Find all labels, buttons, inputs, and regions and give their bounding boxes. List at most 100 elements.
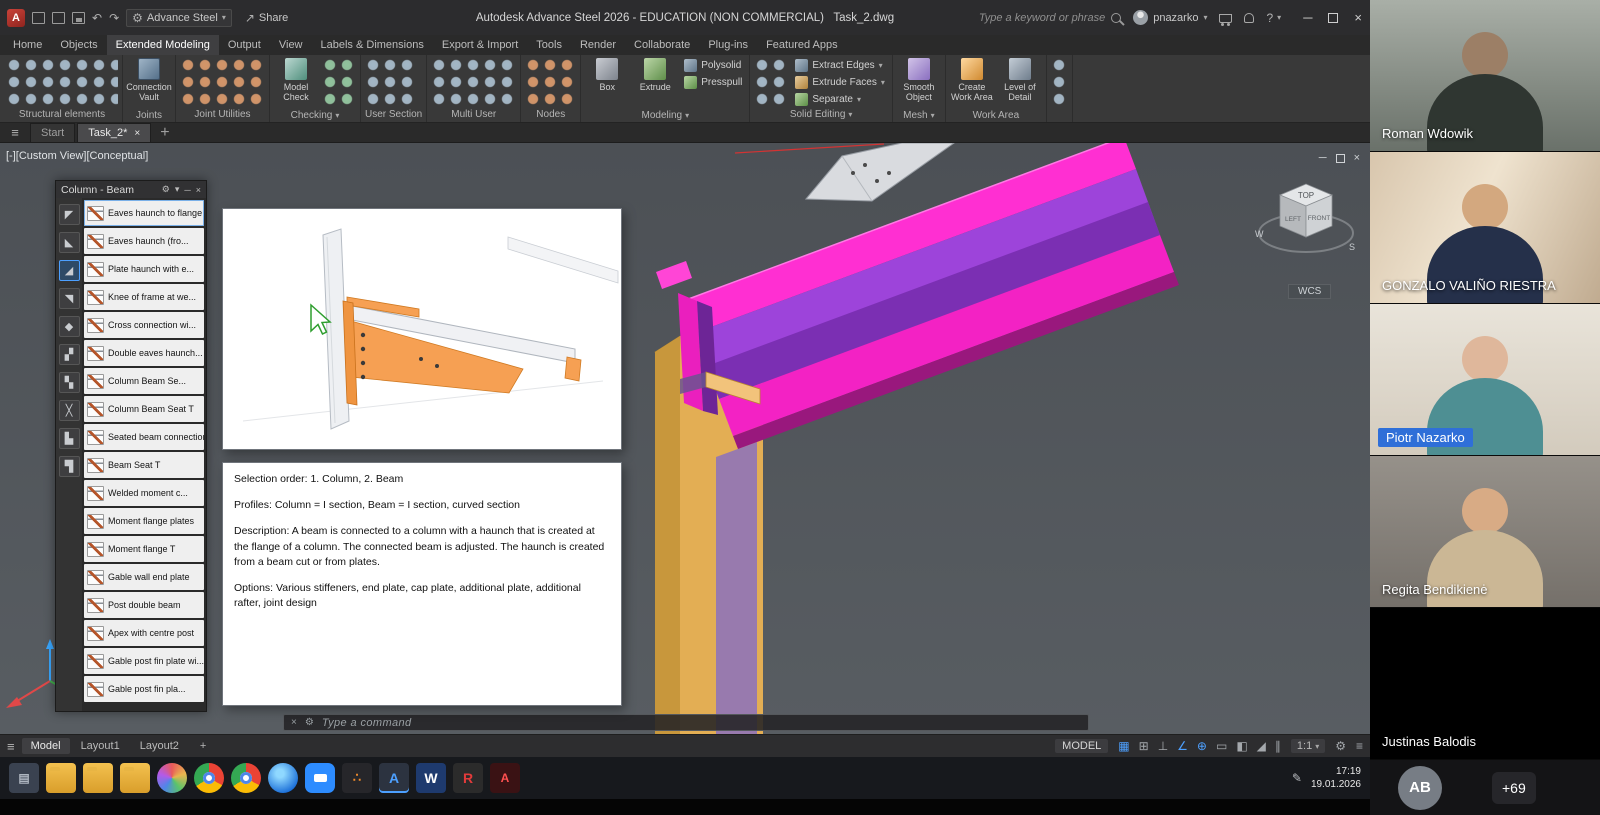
taskbar-acrobat-icon[interactable]: A — [490, 763, 520, 793]
grid-icon[interactable]: ▦ — [1118, 739, 1129, 753]
layout-tab[interactable]: Layout2 — [131, 738, 188, 754]
extrude-button[interactable]: Extrude — [633, 57, 677, 109]
joint-type-item[interactable]: Apex with centre post — [84, 620, 204, 646]
joint-type-item[interactable]: Gable post fin plate wi... — [84, 648, 204, 674]
close-button[interactable]: × — [1354, 10, 1362, 25]
command-input[interactable]: Type a command — [322, 717, 412, 729]
viewport-minimize-icon[interactable]: ─ — [1319, 152, 1327, 164]
level-of-detail-button[interactable]: Level of Detail — [998, 57, 1042, 109]
palette-category-icon[interactable]: ▞ — [59, 344, 80, 365]
joint-type-item[interactable]: Column Beam Seat T — [84, 396, 204, 422]
ribbon-tab[interactable]: Collaborate — [625, 35, 699, 55]
box-button[interactable]: Box — [585, 57, 629, 109]
account-menu[interactable]: pnazarko ▾ — [1133, 10, 1207, 25]
participant-avatar[interactable]: AB — [1398, 766, 1442, 810]
clipboard-tools[interactable] — [1051, 57, 1068, 106]
participant-tile[interactable]: Regita Bendikienė — [1370, 456, 1600, 608]
close-tab-icon[interactable]: × — [134, 128, 140, 139]
smooth-object-button[interactable]: Smooth Object — [897, 57, 941, 109]
viewport-restore-icon[interactable] — [1336, 154, 1345, 163]
taskbar-dots-app-icon[interactable]: ∴ — [342, 763, 372, 793]
ribbon-tab[interactable]: Featured Apps — [757, 35, 847, 55]
joint-type-item[interactable]: Cross connection wi... — [84, 312, 204, 338]
taskbar-paint-icon[interactable] — [157, 763, 187, 793]
new-layout-button[interactable]: + — [195, 740, 211, 752]
palette-category-icon[interactable]: ◤ — [59, 204, 80, 225]
joint-type-item[interactable]: Plate haunch with e... — [84, 256, 204, 282]
layout-tab[interactable]: Model — [22, 738, 70, 754]
search-input[interactable]: Type a keyword or phrase — [979, 12, 1121, 24]
joint-type-item[interactable]: Beam Seat T — [84, 452, 204, 478]
palette-category-icon[interactable]: ▙ — [59, 428, 80, 449]
command-customize-icon[interactable]: ⚙ — [305, 717, 314, 728]
share-button[interactable]: ↗ Share — [245, 12, 288, 24]
palette-category-icon[interactable]: ╳ — [59, 400, 80, 421]
create-work-area-button[interactable]: Create Work Area — [950, 57, 994, 109]
workspace-selector[interactable]: ⚙ Advance Steel ▾ — [126, 9, 232, 27]
joint-type-item[interactable]: Column Beam Se... — [84, 368, 204, 394]
joint-type-item[interactable]: Eaves haunch (fro... — [84, 228, 204, 254]
osnap-icon[interactable]: ⊕ — [1197, 739, 1207, 753]
maximize-button[interactable] — [1328, 13, 1338, 23]
ribbon-tab[interactable]: Extended Modeling — [107, 35, 219, 55]
joint-type-item[interactable]: Welded moment c... — [84, 480, 204, 506]
polar-tracking-icon[interactable]: ∠ — [1177, 739, 1188, 753]
ortho-icon[interactable]: ⊥ — [1158, 739, 1168, 753]
app-logo-icon[interactable]: A — [7, 9, 25, 27]
extract-edges-button[interactable]: Extract Edges ▾ — [792, 57, 888, 73]
palette-settings-icon[interactable]: ⚙ — [162, 184, 170, 195]
ribbon-tab[interactable]: Render — [571, 35, 625, 55]
palette-category-icon[interactable]: ◆ — [59, 316, 80, 337]
palette-category-icon[interactable]: ▚ — [59, 372, 80, 393]
palette-close-icon[interactable]: × — [196, 185, 201, 195]
ribbon-tab[interactable]: Objects — [51, 35, 106, 55]
palette-category-icon[interactable]: ◢ — [59, 260, 80, 281]
annotation-scale-control[interactable]: 1:1 ▾ — [1291, 739, 1325, 753]
file-tab[interactable]: Start × — [30, 123, 75, 142]
taskbar-browser-globe-icon[interactable] — [268, 763, 298, 793]
model-space-toggle[interactable]: MODEL — [1055, 739, 1108, 753]
lineweight-icon[interactable]: ▭ — [1216, 739, 1227, 753]
joint-type-item[interactable]: Double eaves haunch... — [84, 340, 204, 366]
structural-elements-tools[interactable] — [6, 57, 118, 106]
ribbon-tab[interactable]: Tools — [527, 35, 571, 55]
taskbar-folder-icon[interactable] — [46, 763, 76, 793]
help-menu[interactable]: ? ▾ — [1266, 12, 1281, 24]
units-icon[interactable]: ∥ — [1275, 739, 1281, 753]
view-cube[interactable]: W S TOP LEFT FRONT — [1252, 171, 1362, 271]
ink-pen-icon[interactable]: ✎ — [1292, 771, 1302, 785]
nodes-tools[interactable] — [525, 57, 576, 106]
joint-type-item[interactable]: Moment flange T — [84, 536, 204, 562]
extrude-faces-button[interactable]: Extrude Faces ▾ — [792, 74, 888, 90]
separate-button[interactable]: Separate ▾ — [792, 91, 888, 107]
save-icon[interactable] — [72, 12, 85, 24]
ribbon-tab[interactable]: Output — [219, 35, 270, 55]
joint-type-item[interactable]: Knee of frame at we... — [84, 284, 204, 310]
command-line[interactable]: × ⚙ Type a command — [283, 714, 1089, 731]
joint-type-item[interactable]: Moment flange plates — [84, 508, 204, 534]
participant-tile[interactable]: GONZALO VALIÑO RIESTRA — [1370, 152, 1600, 304]
wcs-selector[interactable]: WCS — [1288, 284, 1331, 299]
taskbar-advance-steel-icon[interactable]: A — [379, 763, 409, 793]
redo-icon[interactable]: ↷ — [109, 12, 119, 24]
taskbar-r-icon[interactable]: R — [453, 763, 483, 793]
multi-user-tools[interactable] — [431, 57, 516, 106]
joint-utilities-tools[interactable] — [180, 57, 265, 106]
ribbon-tab[interactable]: Export & Import — [433, 35, 527, 55]
new-file-icon[interactable] — [32, 12, 45, 24]
taskbar-word-icon[interactable]: W — [416, 763, 446, 793]
palette-category-icon[interactable]: ▜ — [59, 456, 80, 477]
joint-type-item[interactable]: Post double beam — [84, 592, 204, 618]
viewport-close-icon[interactable]: × — [1354, 152, 1360, 164]
joint-type-item[interactable]: Gable wall end plate — [84, 564, 204, 590]
user-section-tools[interactable] — [365, 57, 416, 106]
file-tab[interactable]: Task_2* × — [77, 123, 151, 142]
joint-type-item[interactable]: Eaves haunch to flange — [84, 200, 204, 226]
model-check-button[interactable]: Model Check — [274, 57, 318, 109]
transparency-icon[interactable]: ◧ — [1236, 739, 1247, 753]
ribbon-tab[interactable]: Home — [4, 35, 51, 55]
taskbar-system-icon[interactable]: ▤ — [9, 763, 39, 793]
minimize-button[interactable]: ─ — [1303, 10, 1312, 25]
file-tab-menu-icon[interactable]: ≡ — [2, 125, 28, 140]
selection-cycling-icon[interactable]: ◢ — [1257, 739, 1266, 753]
